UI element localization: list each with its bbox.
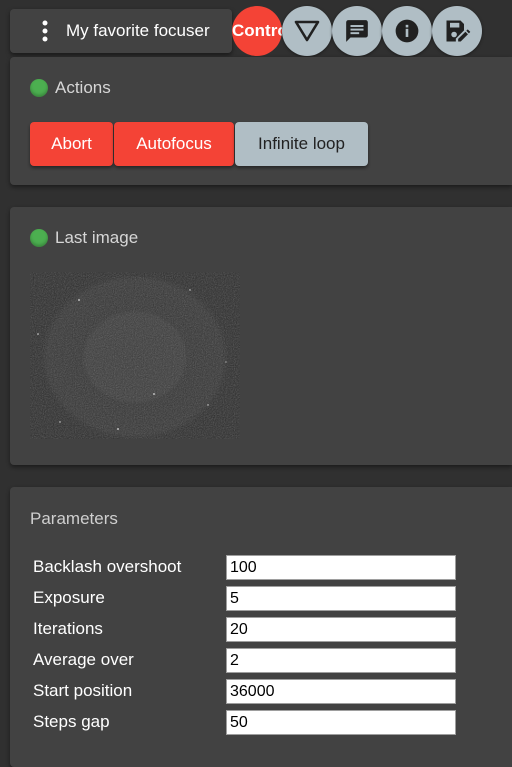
average-over-input[interactable] [226, 648, 456, 673]
abort-button[interactable]: Abort [30, 122, 113, 166]
filter-triangle-icon [294, 20, 320, 42]
last-image-preview[interactable] [30, 272, 240, 439]
param-row-average-over: Average over [33, 648, 463, 673]
param-row-backlash-overshoot: Backlash overshoot [33, 555, 463, 580]
last-image-title: Last image [30, 228, 138, 248]
backlash-overshoot-input[interactable] [226, 555, 456, 580]
info-button[interactable] [382, 6, 432, 56]
tab-control[interactable]: Control [232, 6, 282, 56]
status-ok-icon [30, 229, 48, 247]
param-label: Exposure [33, 588, 105, 607]
more-vert-icon[interactable] [30, 9, 60, 53]
tab-control-label: Control [232, 21, 282, 40]
device-title: My favorite focuser [66, 21, 210, 40]
parameters-title: Parameters [30, 509, 118, 528]
save-edit-icon [446, 20, 471, 42]
exposure-input[interactable] [226, 586, 456, 611]
param-label: Backlash overshoot [33, 557, 182, 576]
param-label: Average over [33, 650, 134, 669]
steps-gap-input[interactable] [226, 710, 456, 735]
param-row-exposure: Exposure [33, 586, 463, 611]
param-label: Steps gap [33, 712, 110, 731]
start-position-input[interactable] [226, 679, 456, 704]
parameters-card: Parameters Backlash overshoot Exposure I… [10, 487, 512, 767]
device-title-chip[interactable]: My favorite focuser [10, 9, 232, 53]
iterations-input[interactable] [226, 617, 456, 642]
last-image-card: Last image [10, 207, 512, 465]
filter-button[interactable] [282, 6, 332, 56]
param-row-start-position: Start position [33, 679, 463, 704]
param-row-steps-gap: Steps gap [33, 710, 463, 735]
param-label: Start position [33, 681, 133, 700]
chat-icon [346, 20, 368, 42]
save-edit-button[interactable] [432, 6, 482, 56]
status-ok-icon [30, 79, 48, 97]
infinite-loop-button[interactable]: Infinite loop [235, 122, 368, 166]
param-row-iterations: Iterations [33, 617, 463, 642]
messages-button[interactable] [332, 6, 382, 56]
actions-card: Actions Abort Autofocus Infinite loop [10, 57, 512, 185]
info-icon [395, 19, 419, 43]
param-label: Iterations [33, 619, 103, 638]
autofocus-button[interactable]: Autofocus [114, 122, 234, 166]
actions-title: Actions [30, 78, 111, 98]
